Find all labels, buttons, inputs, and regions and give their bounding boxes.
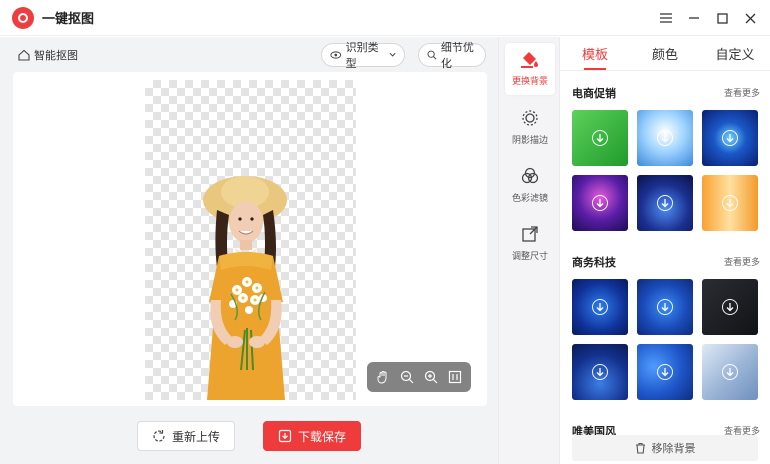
close-icon[interactable] [736,4,764,32]
template-thumbnail[interactable] [637,175,693,231]
template-thumbnail[interactable] [702,344,758,400]
view-more-link[interactable]: 查看更多 [724,255,760,268]
download-save-button[interactable]: 下载保存 [263,421,361,451]
resize-icon [522,226,538,242]
detail-optimize-label: 细节优化 [440,41,474,70]
tool-color-filter[interactable]: 色彩滤镜 [505,159,555,211]
maximize-icon[interactable] [708,4,736,32]
refresh-icon [153,430,165,442]
download-icon [592,364,608,380]
smart-cutout-text: 智能抠图 [34,49,78,62]
hand-pan-icon[interactable] [373,367,393,387]
template-thumbnail[interactable] [637,344,693,400]
template-thumbnail[interactable] [572,110,628,166]
download-icon [722,364,738,380]
template-thumbnail[interactable] [702,175,758,231]
download-icon [722,130,738,146]
reupload-button[interactable]: 重新上传 [137,421,235,451]
tool-label: 色彩滤镜 [511,194,548,204]
shadow-stroke-icon [522,110,538,126]
view-more-link[interactable]: 查看更多 [724,86,760,99]
title-bar: 一键抠图 [0,0,770,36]
download-save-label: 下载保存 [297,429,346,444]
download-icon [592,195,608,211]
download-icon [592,299,608,315]
download-icon [722,195,738,211]
tool-change-background[interactable]: 更换背景 [505,43,555,95]
app-logo-icon [12,6,34,29]
trash-icon [635,442,645,454]
download-icon [592,130,608,146]
template-thumbnail[interactable] [702,110,758,166]
cutout-person-image [203,176,287,400]
template-thumbnail[interactable] [572,344,628,400]
template-grid [572,110,758,231]
panel-tabs: 模板 颜色 自定义 [560,37,770,71]
template-thumbnail[interactable] [572,279,628,335]
eye-icon [330,51,342,59]
tools-column: 更换背景 阴影描边 色彩滤镜 调整尺寸 [498,37,560,464]
template-thumbnail[interactable] [702,279,758,335]
zoom-in-icon[interactable] [421,367,441,387]
template-grid [572,279,758,400]
home-icon [18,49,30,61]
download-icon [657,130,673,146]
menu-icon[interactable] [652,4,680,32]
download-icon [657,195,673,211]
fit-screen-icon[interactable] [445,367,465,387]
tool-label: 阴影描边 [511,136,548,146]
download-icon [657,364,673,380]
recognition-type-dropdown[interactable]: 识别类型 [321,41,405,70]
download-icon [278,429,292,443]
smart-cutout-label: 智能抠图 [18,47,78,63]
tool-shadow-stroke[interactable]: 阴影描边 [505,101,555,153]
zoom-toolbar [367,362,471,392]
window-controls [652,0,764,36]
tab-color[interactable]: 颜色 [630,37,700,70]
section-title: 电商促销 [572,87,616,100]
download-icon [722,299,738,315]
tool-label: 调整尺寸 [511,252,548,262]
chevron-down-icon [389,52,396,57]
tab-custom[interactable]: 自定义 [700,37,770,70]
tool-label: 更换背景 [511,77,548,87]
reupload-label: 重新上传 [171,429,220,444]
template-thumbnail[interactable] [637,279,693,335]
template-thumbnail[interactable] [637,110,693,166]
section-title: 商务科技 [572,256,616,269]
recognition-type-label: 识别类型 [345,41,379,70]
tab-template[interactable]: 模板 [560,37,630,70]
remove-background-button[interactable]: 移除背景 [572,435,758,461]
minimize-icon[interactable] [680,4,708,32]
download-icon [657,299,673,315]
detail-optimize-button[interactable]: 细节优化 [418,41,486,70]
app-title: 一键抠图 [42,12,95,27]
background-panel: 模板 颜色 自定义 电商促销 查看更多 商务科技 查看更多 唯美国风 查看更多 … [560,37,770,464]
remove-background-label: 移除背景 [651,442,696,455]
bucket-icon [521,52,538,68]
zoom-out-icon[interactable] [397,367,417,387]
tool-resize[interactable]: 调整尺寸 [505,217,555,269]
magnifier-icon [427,50,437,60]
template-thumbnail[interactable] [572,175,628,231]
color-filter-icon [521,167,539,184]
